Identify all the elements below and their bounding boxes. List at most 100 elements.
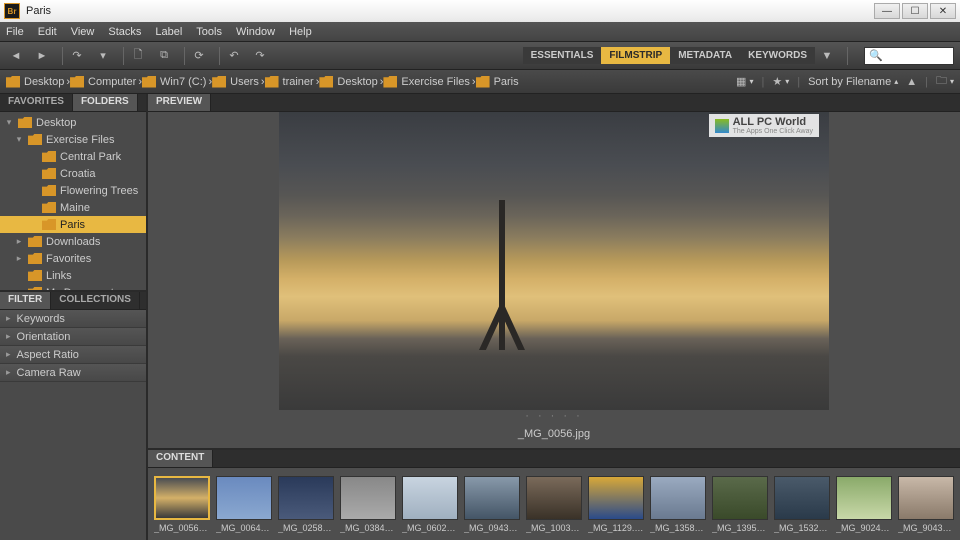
tree-item[interactable]: Links — [0, 267, 146, 284]
tree-item[interactable]: Flowering Trees — [0, 182, 146, 199]
preview-caption: _MG_0056.jpg — [148, 424, 960, 448]
thumbnail-label: _MG_0943.jpg — [464, 523, 520, 533]
thumbnail[interactable]: _MG_1003.jpg — [526, 476, 582, 533]
menu-window[interactable]: Window — [236, 26, 275, 38]
filter-row-keywords[interactable]: ▸Keywords — [0, 310, 146, 328]
breadcrumb-bar: Desktop›Computer›Win7 (C:)›Users›trainer… — [0, 70, 960, 94]
menu-view[interactable]: View — [71, 26, 95, 38]
filter-row-orientation[interactable]: ▸Orientation — [0, 328, 146, 346]
thumbnail[interactable]: _MG_1358.jpg — [650, 476, 706, 533]
breadcrumb-item[interactable]: Desktop — [6, 76, 64, 88]
workspace-tab-essentials[interactable]: ESSENTIALS — [523, 47, 602, 64]
watermark-icon — [715, 119, 729, 133]
tree-item[interactable]: ▸Favorites — [0, 250, 146, 267]
thumbnail[interactable]: _MG_0602.jpg — [402, 476, 458, 533]
content-tab[interactable]: CONTENT — [148, 450, 213, 467]
sort-menu[interactable]: Sort by Filename▴ — [808, 76, 898, 88]
title-bar: Br Paris — ☐ ✕ — [0, 0, 960, 22]
thumbnail[interactable]: _MG_9024.jpg — [836, 476, 892, 533]
tree-item[interactable]: ▸My Documents — [0, 284, 146, 292]
thumbnail-label: _MG_0602.jpg — [402, 523, 458, 533]
thumbnail[interactable]: _MG_0258.jpg — [278, 476, 334, 533]
rotate-ccw-button[interactable]: ↶ — [224, 47, 244, 65]
tree-item[interactable]: Croatia — [0, 165, 146, 182]
menu-edit[interactable]: Edit — [38, 26, 57, 38]
separator — [123, 47, 124, 65]
view-grid-button[interactable]: ▦▾ — [736, 75, 753, 88]
workspace-dropdown-icon[interactable]: ▼ — [817, 47, 837, 65]
open-recent-button[interactable]: 🗋 — [128, 47, 148, 65]
eiffel-tower-graphic — [499, 200, 505, 350]
preview-image[interactable]: ALL PC World The Apps One Click Away — [279, 112, 829, 410]
separator — [184, 47, 185, 65]
forward-button[interactable]: ► — [32, 47, 52, 65]
back-button[interactable]: ◄ — [6, 47, 26, 65]
folder-icon — [476, 76, 490, 88]
rotate-cw-button[interactable]: ↷ — [250, 47, 270, 65]
sidebar-tab-collections[interactable]: COLLECTIONS — [51, 292, 140, 309]
tree-item[interactable]: ▾Desktop — [0, 114, 146, 131]
minimize-button[interactable]: — — [874, 3, 900, 19]
rating-filter-button[interactable]: ★▾ — [772, 75, 789, 88]
workspace-tab-metadata[interactable]: METADATA — [670, 47, 740, 64]
refine-button[interactable]: ⟳ — [189, 47, 209, 65]
camera-button[interactable]: ▾ — [93, 47, 113, 65]
sidebar-tab-filter[interactable]: FILTER — [0, 292, 51, 309]
menu-help[interactable]: Help — [289, 26, 312, 38]
new-folder-button[interactable]: 🗀▾ — [936, 72, 954, 91]
sidebar-tab-favorites[interactable]: FAVORITES — [0, 94, 73, 111]
folder-icon — [42, 202, 56, 213]
filter-row-aspect-ratio[interactable]: ▸Aspect Ratio — [0, 346, 146, 364]
separator: | — [761, 76, 764, 88]
left-sidebar: FAVORITESFOLDERS ▾Desktop▾Exercise Files… — [0, 94, 146, 540]
menu-tools[interactable]: Tools — [196, 26, 222, 38]
tree-item[interactable]: ▾Exercise Files — [0, 131, 146, 148]
menu-stacks[interactable]: Stacks — [108, 26, 141, 38]
thumbnail[interactable]: _MG_0056.jpg — [154, 476, 210, 533]
preview-pager[interactable]: · · · · · — [148, 410, 960, 424]
filter-row-camera-raw[interactable]: ▸Camera Raw — [0, 364, 146, 382]
breadcrumb-item[interactable]: trainer — [265, 76, 314, 88]
sidebar-tab-folders[interactable]: FOLDERS — [73, 94, 138, 111]
menu-file[interactable]: File — [6, 26, 24, 38]
separator: | — [925, 76, 928, 88]
disclosure-icon[interactable]: ▸ — [14, 253, 24, 264]
tree-item[interactable]: ▸Downloads — [0, 233, 146, 250]
reveal-button[interactable]: ↷ — [67, 47, 87, 65]
tree-item[interactable]: Central Park — [0, 148, 146, 165]
copy-button[interactable]: ⧉ — [154, 47, 174, 65]
breadcrumb-item[interactable]: Win7 (C:) — [142, 76, 206, 88]
tree-item[interactable]: Paris — [0, 216, 146, 233]
thumbnail-image — [836, 476, 892, 520]
thumbnail-image — [526, 476, 582, 520]
thumbnail[interactable]: _MG_1129.jpg — [588, 476, 644, 533]
workspace-tab-filmstrip[interactable]: FILMSTRIP — [601, 47, 670, 64]
breadcrumb-item[interactable]: Desktop — [319, 76, 377, 88]
close-button[interactable]: ✕ — [930, 3, 956, 19]
tree-item[interactable]: Maine — [0, 199, 146, 216]
folder-icon — [28, 253, 42, 264]
app-icon: Br — [4, 3, 20, 19]
menu-label[interactable]: Label — [155, 26, 182, 38]
sort-direction-button[interactable]: ▲ — [906, 76, 917, 88]
thumbnail[interactable]: _MG_0384.jpg — [340, 476, 396, 533]
breadcrumb-item[interactable]: Exercise Files — [383, 76, 469, 88]
breadcrumb-item[interactable]: Computer — [70, 76, 136, 88]
breadcrumb-item[interactable]: Paris — [476, 76, 519, 88]
preview-tab[interactable]: PREVIEW — [148, 94, 211, 111]
thumbnail[interactable]: _MG_0943.jpg — [464, 476, 520, 533]
content-panel: CONTENT _MG_0056.jpg_MG_0064.jpg_MG_0258… — [148, 448, 960, 540]
disclosure-icon[interactable]: ▸ — [14, 236, 24, 247]
search-input[interactable]: 🔍 — [864, 47, 954, 65]
disclosure-icon[interactable]: ▾ — [14, 134, 24, 145]
thumbnail[interactable]: _MG_9043.jpg — [898, 476, 954, 533]
workspace-tab-keywords[interactable]: KEYWORDS — [740, 47, 815, 64]
separator — [219, 47, 220, 65]
disclosure-icon[interactable]: ▾ — [4, 117, 14, 128]
folder-icon — [18, 117, 32, 128]
thumbnail[interactable]: _MG_1532.jpg — [774, 476, 830, 533]
maximize-button[interactable]: ☐ — [902, 3, 928, 19]
thumbnail[interactable]: _MG_1395.jpg — [712, 476, 768, 533]
breadcrumb-item[interactable]: Users — [212, 76, 259, 88]
thumbnail[interactable]: _MG_0064.jpg — [216, 476, 272, 533]
